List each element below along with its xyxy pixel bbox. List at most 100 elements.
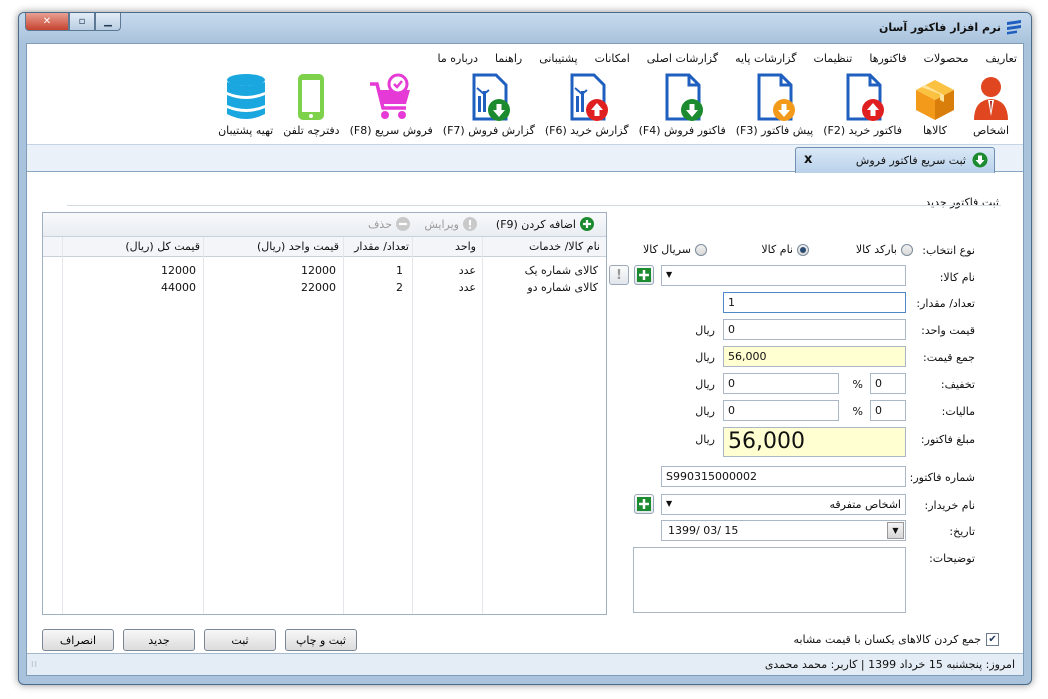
unit-price-label: قیمت واحد: xyxy=(921,324,975,337)
buyer-label: نام خریدار: xyxy=(924,499,976,512)
invoice-amount-label: مبلغ فاکتور: xyxy=(920,433,975,446)
qty-input[interactable]: 1 xyxy=(723,292,906,313)
status-text: امروز: پنجشنبه 15 خرداد 1399 | کاربر: مح… xyxy=(764,658,1015,671)
menu-features[interactable]: امکانات xyxy=(595,52,630,65)
toolbar-phonebook[interactable]: دفترچه تلفن xyxy=(278,72,344,150)
status-bar: ⁝⁝ امروز: پنجشنبه 15 خرداد 1399 | کاربر:… xyxy=(27,653,1023,675)
discount-percent-sign: % xyxy=(852,378,863,391)
add-buyer-button[interactable] xyxy=(634,494,654,514)
client-area: تعاریف محصولات فاکتورها تنظیمات گزارشات … xyxy=(26,43,1024,676)
toolbar-persons[interactable]: اشخاص xyxy=(963,72,1019,150)
add-product-button[interactable] xyxy=(634,265,654,285)
notes-textarea[interactable] xyxy=(633,547,906,613)
toolbar-backup[interactable]: تهیه پشتیبان xyxy=(213,72,278,150)
qty-label: تعداد/ مقدار: xyxy=(916,297,975,310)
invoice-no-input[interactable]: S990315000002 xyxy=(661,466,906,487)
items-grid: نام کالا/ خدمات واحد تعداد/ مقدار قیمت و… xyxy=(43,237,606,614)
items-grid-panel: اضافه کردن (F9) ویرایش حذف نام کالا/ خدم… xyxy=(42,212,607,615)
box-icon xyxy=(916,80,954,120)
toolbar-purchase-invoice[interactable]: فاکتور خرید (F2) xyxy=(818,72,907,150)
menu-basic-reports[interactable]: گزارشات پایه xyxy=(735,52,796,65)
toolbar-sales-invoice[interactable]: فاکتور فروش (F4) xyxy=(634,72,731,150)
radio-serial[interactable]: سریال کالا xyxy=(643,243,707,256)
maximize-button[interactable]: ▫ xyxy=(69,13,95,31)
delete-item-button[interactable]: حذف xyxy=(368,217,410,231)
plus-circle-icon xyxy=(580,217,594,231)
tab-quick-sales-invoice[interactable]: ثبت سریع فاکتور فروش x xyxy=(795,147,995,173)
product-info-button[interactable]: ! xyxy=(609,265,629,285)
exclamation-icon: ! xyxy=(616,267,622,283)
header-unit-price: قیمت واحد (ریال) xyxy=(257,240,339,253)
product-name-dropdown[interactable]: ▼ xyxy=(661,265,906,286)
tax-label: مالیات: xyxy=(941,405,975,418)
new-button[interactable]: جدید xyxy=(123,629,195,651)
checkmark-icon: ✔ xyxy=(986,633,999,646)
menu-invoices[interactable]: فاکتورها xyxy=(869,52,906,65)
unit-price-input[interactable]: 0 xyxy=(723,319,906,340)
toolbar-sales-report[interactable]: گزارش فروش (F7) xyxy=(438,72,540,150)
ribbon: تعاریف محصولات فاکتورها تنظیمات گزارشات … xyxy=(27,44,1023,154)
sales-report-icon xyxy=(472,73,510,121)
tax-percent-input[interactable]: 0 xyxy=(870,400,906,421)
tax-amount-input[interactable]: 0 xyxy=(723,400,839,421)
app-window: ✕ ▫ ▁ نرم افزار فاکتور آسان تعاریف محصول… xyxy=(18,12,1032,685)
invoice-amount-currency: ریال xyxy=(695,433,715,446)
discount-amount-input[interactable]: 0 xyxy=(723,373,839,394)
toolbar-goods[interactable]: کالاها xyxy=(907,72,963,150)
close-window-button[interactable]: ✕ xyxy=(25,13,69,31)
group-divider xyxy=(67,205,1001,206)
edit-item-button[interactable]: ویرایش xyxy=(424,217,477,231)
add-item-button[interactable]: اضافه کردن (F9) xyxy=(496,217,594,231)
merge-items-checkbox[interactable]: ✔ جمع کردن کالاهای یکسان با قیمت مشابه xyxy=(794,633,999,646)
main-toolbar: اشخاص کالاها فاکتور خرید (F2) پیش فاکتور… xyxy=(213,72,1019,150)
invoice-no-label: شماره فاکتور: xyxy=(909,471,975,484)
title-bar: ✕ ▫ ▁ نرم افزار فاکتور آسان xyxy=(19,13,1031,43)
exclamation-circle-icon xyxy=(463,217,477,231)
minus-circle-icon xyxy=(396,217,410,231)
grid-toolbar: اضافه کردن (F9) ویرایش حذف xyxy=(43,213,606,237)
product-name-label: نام کالا: xyxy=(939,271,975,284)
discount-currency: ریال xyxy=(695,378,715,391)
minimize-button[interactable]: ▁ xyxy=(95,13,121,31)
header-unit: واحد xyxy=(455,240,476,253)
window-title: نرم افزار فاکتور آسان xyxy=(879,21,1001,34)
toolbar-purchase-report[interactable]: گزارش خرید (F6) xyxy=(540,72,634,150)
save-print-button[interactable]: ثبت و چاپ xyxy=(285,629,357,651)
resize-grip-icon[interactable]: ⁝⁝ xyxy=(31,660,38,669)
radio-barcode[interactable]: بارکد کالا xyxy=(856,243,913,256)
notes-label: توضیحات: xyxy=(929,552,975,565)
save-button[interactable]: ثبت xyxy=(204,629,276,651)
toolbar-proforma[interactable]: پیش فاکتور (F3) xyxy=(731,72,818,150)
radio-product-name[interactable]: نام کالا xyxy=(761,243,809,256)
discount-percent-input[interactable]: 0 xyxy=(870,373,906,394)
tax-currency: ریال xyxy=(695,405,715,418)
download-green-icon xyxy=(972,152,988,168)
menu-main-reports[interactable]: گزارشات اصلی xyxy=(647,52,718,65)
cancel-button[interactable]: انصراف xyxy=(42,629,114,651)
date-picker[interactable]: 1399/ 03/ 15 ▼ xyxy=(661,520,906,541)
menu-help[interactable]: راهنما xyxy=(495,52,522,65)
plus-icon xyxy=(637,268,651,282)
menu-about[interactable]: درباره ما xyxy=(438,52,478,65)
buyer-dropdown[interactable]: اشخاص متفرقه ▼ xyxy=(661,494,906,515)
discount-label: تخفیف: xyxy=(940,378,975,391)
database-icon xyxy=(226,74,265,119)
sales-invoice-icon xyxy=(665,73,704,121)
window-controls: ✕ ▫ ▁ xyxy=(25,13,121,31)
chevron-down-icon: ▼ xyxy=(666,270,673,279)
close-tab-icon[interactable]: x xyxy=(804,152,812,167)
select-type-label: نوع انتخاب: xyxy=(922,244,975,257)
tax-percent-sign: % xyxy=(852,405,863,418)
purchase-invoice-icon xyxy=(846,73,884,121)
document-tabbar: ثبت سریع فاکتور فروش x xyxy=(27,144,1023,173)
person-icon xyxy=(974,77,1008,120)
menu-settings[interactable]: تنظیمات xyxy=(814,52,853,65)
menu-products[interactable]: محصولات xyxy=(924,52,969,65)
proforma-icon xyxy=(757,73,796,121)
menu-definitions[interactable]: تعاریف xyxy=(986,52,1017,65)
calendar-dropdown-icon[interactable]: ▼ xyxy=(887,522,904,539)
chevron-down-icon: ▼ xyxy=(666,499,673,508)
unit-price-currency: ریال xyxy=(695,324,715,337)
toolbar-quick-sale[interactable]: فروش سریع (F8) xyxy=(345,72,438,150)
menu-support[interactable]: پشتیبانی xyxy=(539,52,577,65)
